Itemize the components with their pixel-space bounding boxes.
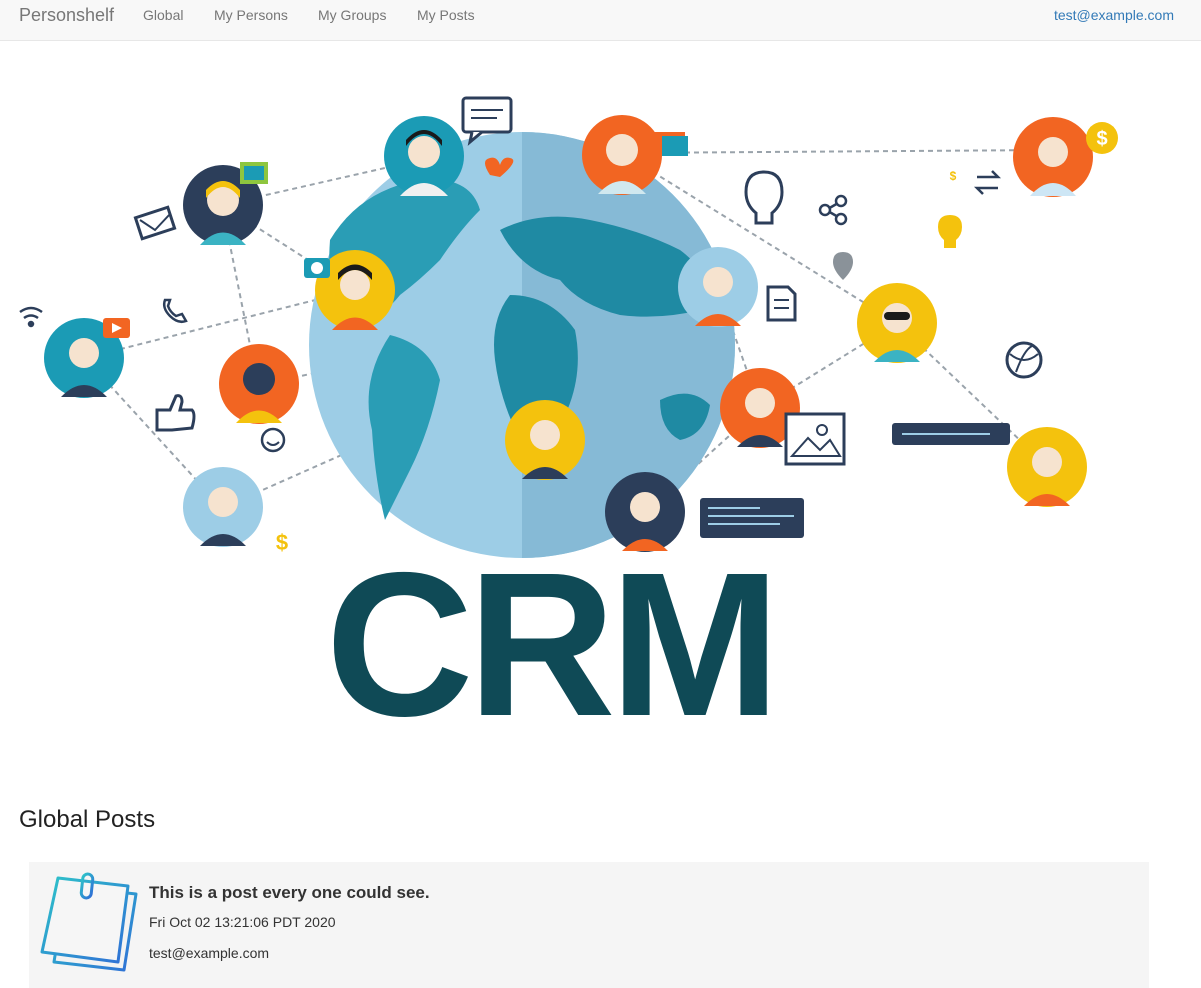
post-author: test@example.com	[149, 945, 270, 961]
thumbs-up-icon	[155, 394, 196, 432]
svg-text:$: $	[1096, 128, 1107, 150]
sticky-note-icon	[40, 872, 138, 972]
post-card: This is a post every one could see. Fri …	[29, 862, 1149, 988]
lightbulb-icon	[744, 170, 962, 248]
share-icon	[818, 194, 848, 226]
video-play-icon	[103, 318, 130, 338]
post-date: Fri Oct 02 13:21:06 PDT 2020	[149, 914, 336, 930]
user-email-link[interactable]: test@example.com	[1054, 7, 1174, 23]
nav-link-global[interactable]: Global	[143, 7, 183, 23]
wifi-icon	[19, 306, 43, 328]
picture-frame-icon	[784, 412, 846, 466]
crm-logo-text: CRM	[326, 530, 775, 730]
camera-icon	[304, 258, 330, 278]
document-icon	[766, 285, 797, 322]
nav-link-my-persons[interactable]: My Persons	[214, 7, 288, 23]
nav-link-my-groups[interactable]: My Groups	[318, 7, 386, 23]
envelope-icon	[133, 205, 177, 241]
map-pin-icon	[833, 252, 853, 280]
svg-text:$: $	[276, 530, 288, 555]
brand-link[interactable]: Personshelf	[19, 5, 114, 26]
smiley-icon	[260, 427, 286, 453]
post-title: This is a post every one could see.	[149, 883, 430, 902]
section-title-global-posts: Global Posts	[19, 806, 156, 833]
picture-icon	[240, 162, 268, 184]
nav-link-my-posts[interactable]: My Posts	[417, 7, 475, 23]
crm-hero-illustration: $ $ $ CRM	[19, 96, 1118, 730]
globe-network-icon	[1005, 341, 1043, 379]
exchange-arrows-icon	[973, 170, 1002, 195]
phone-icon	[162, 298, 188, 324]
svg-text:$: $	[950, 169, 957, 183]
top-navbar: Personshelf Global My Persons My Groups …	[0, 0, 1201, 41]
